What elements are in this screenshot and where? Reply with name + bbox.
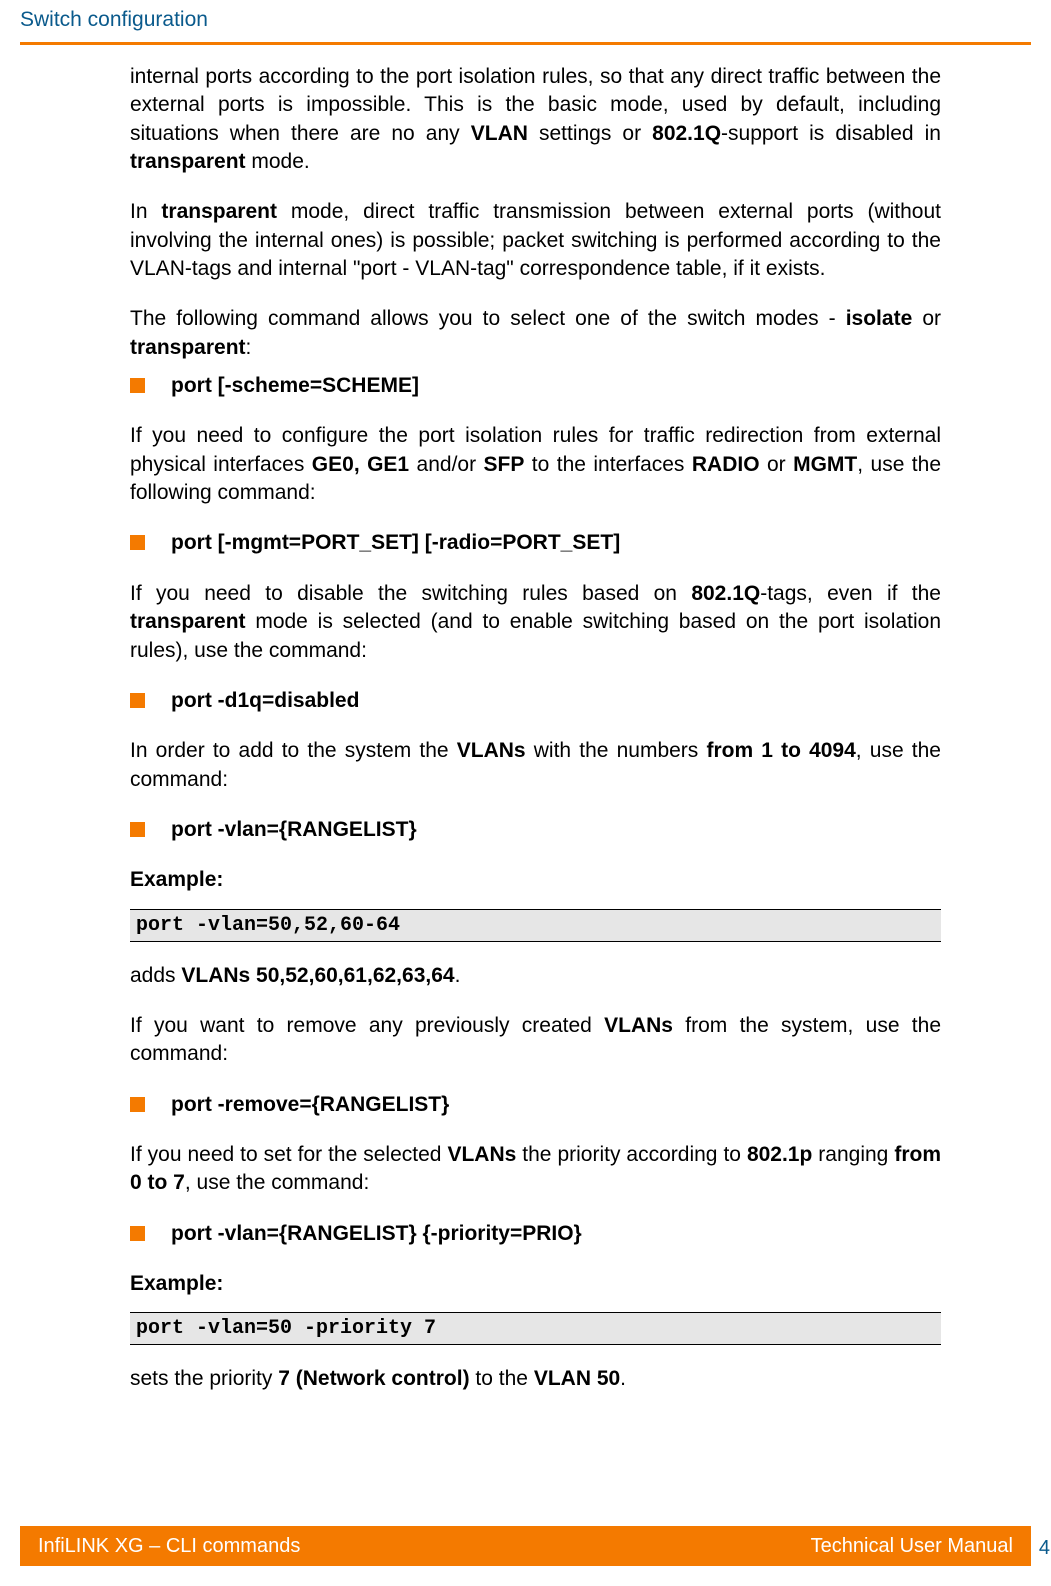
text: adds — [130, 964, 181, 987]
command-text: port -vlan={RANGELIST} — [171, 816, 417, 844]
text: to the — [470, 1367, 534, 1390]
bullet-icon — [130, 535, 145, 550]
paragraph: In transparent mode, direct traffic tran… — [130, 198, 941, 283]
paragraph: The following command allows you to sele… — [130, 305, 941, 362]
text: with the numbers — [526, 739, 707, 762]
bold-text: transparent — [130, 610, 246, 633]
text: -support is disabled in — [721, 122, 941, 145]
bullet-icon — [130, 1097, 145, 1112]
text: . — [455, 964, 461, 987]
paragraph: internal ports according to the port iso… — [130, 63, 941, 176]
bullet-icon — [130, 693, 145, 708]
text: or — [912, 307, 941, 330]
command-text: port -remove={RANGELIST} — [171, 1091, 449, 1119]
text: to the interfaces — [524, 453, 692, 476]
bold-text: 7 (Network control) — [278, 1367, 469, 1390]
paragraph: If you need to disable the switching rul… — [130, 580, 941, 665]
bold-text: GE0, GE1 — [312, 453, 409, 476]
code-example: port -vlan=50 -priority 7 — [130, 1312, 941, 1345]
page-number: 4 — [1039, 1537, 1050, 1560]
bold-text: VLANs 50,52,60,61,62,63,64 — [181, 964, 454, 987]
example-label: Example: — [130, 1270, 941, 1298]
bold-text: transparent — [130, 150, 246, 173]
page-header-title: Switch configuration — [20, 8, 1031, 32]
text: , use the command: — [185, 1171, 369, 1194]
command-text: port [-mgmt=PORT_SET] [-radio=PORT_SET] — [171, 529, 620, 557]
text: sets the priority — [130, 1367, 278, 1390]
example-label: Example: — [130, 866, 941, 894]
text: In order to add to the system the — [130, 739, 457, 762]
text: In — [130, 200, 161, 223]
text: and/or — [409, 453, 483, 476]
paragraph: sets the priority 7 (Network control) to… — [130, 1365, 941, 1393]
text: If you need to disable the switching rul… — [130, 582, 691, 605]
command-bullet: port -d1q=disabled — [130, 687, 941, 715]
bold-text: isolate — [846, 307, 913, 330]
text: mode. — [246, 150, 310, 173]
paragraph: If you need to configure the port isolat… — [130, 422, 941, 507]
bold-text: VLANs — [457, 739, 526, 762]
footer-left: InfiLINK XG – CLI commands — [38, 1535, 300, 1558]
text: the priority according to — [516, 1143, 747, 1166]
bullet-icon — [130, 822, 145, 837]
text: or — [760, 453, 794, 476]
bold-text: RADIO — [692, 453, 760, 476]
code-example: port -vlan=50,52,60-64 — [130, 909, 941, 942]
command-bullet: port -vlan={RANGELIST} {-priority=PRIO} — [130, 1220, 941, 1248]
bullet-icon — [130, 1226, 145, 1241]
bold-text: SFP — [484, 453, 525, 476]
text: The following command allows you to sele… — [130, 307, 846, 330]
bold-text: from 1 to 4094 — [706, 739, 855, 762]
text: -tags, even if the — [760, 582, 941, 605]
bullet-icon — [130, 378, 145, 393]
bold-text: 802.1p — [747, 1143, 812, 1166]
text: ranging — [812, 1143, 894, 1166]
bold-text: transparent — [130, 336, 246, 359]
text: mode is selected (and to enable switchin… — [130, 610, 941, 661]
bold-text: MGMT — [793, 453, 857, 476]
command-text: port -vlan={RANGELIST} {-priority=PRIO} — [171, 1220, 582, 1248]
paragraph: If you want to remove any previously cre… — [130, 1012, 941, 1069]
paragraph: If you need to set for the selected VLAN… — [130, 1141, 941, 1198]
text: settings or — [528, 122, 652, 145]
text: : — [246, 336, 252, 359]
bold-text: VLAN 50 — [534, 1367, 620, 1390]
text: If you need to set for the selected — [130, 1143, 447, 1166]
paragraph: adds VLANs 50,52,60,61,62,63,64. — [130, 962, 941, 990]
command-text: port [-scheme=SCHEME] — [171, 372, 419, 400]
bold-text: VLANs — [604, 1014, 673, 1037]
bold-text: VLAN — [471, 122, 528, 145]
bold-text: VLANs — [447, 1143, 516, 1166]
command-bullet: port [-mgmt=PORT_SET] [-radio=PORT_SET] — [130, 529, 941, 557]
document-body: internal ports according to the port iso… — [0, 45, 1051, 1394]
command-bullet: port [-scheme=SCHEME] — [130, 372, 941, 400]
bold-text: transparent — [161, 200, 277, 223]
command-bullet: port -remove={RANGELIST} — [130, 1091, 941, 1119]
text: . — [620, 1367, 626, 1390]
footer-right: Technical User Manual — [811, 1535, 1013, 1558]
paragraph: In order to add to the system the VLANs … — [130, 737, 941, 794]
page-footer: InfiLINK XG – CLI commands Technical Use… — [20, 1526, 1031, 1566]
text: If you want to remove any previously cre… — [130, 1014, 604, 1037]
bold-text: 802.1Q — [691, 582, 760, 605]
command-bullet: port -vlan={RANGELIST} — [130, 816, 941, 844]
bold-text: 802.1Q — [652, 122, 721, 145]
command-text: port -d1q=disabled — [171, 687, 359, 715]
